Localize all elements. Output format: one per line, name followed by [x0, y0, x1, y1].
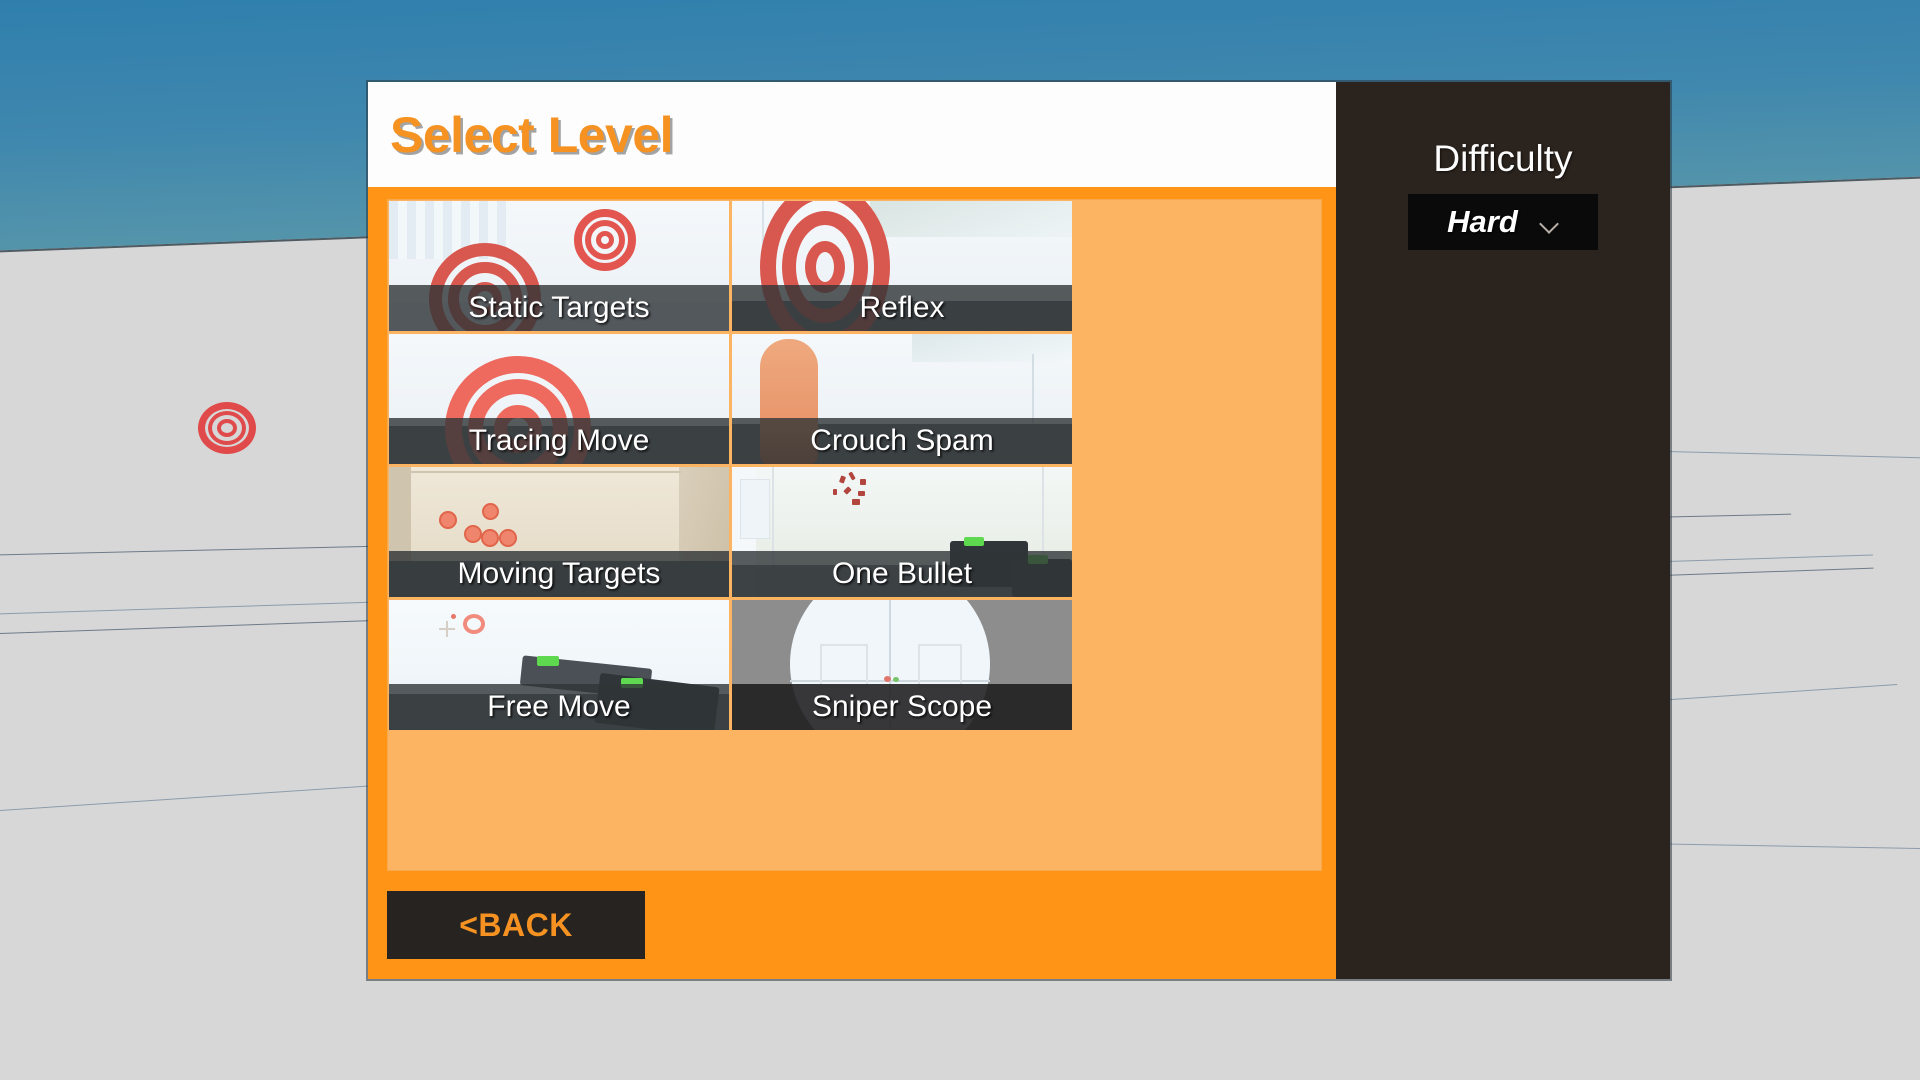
level-tile-label: Crouch Spam [732, 418, 1072, 464]
level-tile-label: One Bullet [732, 551, 1072, 597]
options-panel: Difficulty Hard [1336, 82, 1670, 979]
level-tile-label: Reflex [732, 285, 1072, 331]
back-button[interactable]: <BACK [387, 891, 645, 959]
difficulty-label: Difficulty [1433, 138, 1573, 179]
level-tile-label: Tracing Move [389, 418, 729, 464]
level-tile-reflex[interactable]: Reflex [732, 201, 1072, 331]
level-tile-label: Moving Targets [389, 551, 729, 597]
level-tile-label: Static Targets [389, 285, 729, 331]
level-tile-tracing-move[interactable]: Tracing Move [389, 334, 729, 464]
level-tile-free-move[interactable]: Free Move [389, 600, 729, 730]
window-header: Select Level [368, 82, 1336, 187]
page-title: Select Level [390, 106, 674, 163]
select-level-window: Select Level Static Targets Reflex Traci… [368, 82, 1670, 979]
level-tile-static-targets[interactable]: Static Targets [389, 201, 729, 331]
level-tile-moving-targets[interactable]: Moving Targets [389, 467, 729, 597]
chevron-down-icon [1540, 217, 1559, 228]
difficulty-selected-value: Hard [1447, 204, 1518, 239]
level-tile-label: Sniper Scope [732, 684, 1072, 730]
level-grid: Static Targets Reflex Tracing Move Crouc… [388, 200, 1321, 733]
level-scroll-area[interactable]: Static Targets Reflex Tracing Move Crouc… [387, 199, 1322, 871]
world-bullseye-target-icon [196, 400, 258, 456]
level-tile-one-bullet[interactable]: One Bullet [732, 467, 1072, 597]
difficulty-dropdown[interactable]: Hard [1408, 194, 1598, 250]
level-selection-panel: Select Level Static Targets Reflex Traci… [368, 82, 1336, 979]
level-tile-label: Free Move [389, 684, 729, 730]
level-tile-crouch-spam[interactable]: Crouch Spam [732, 334, 1072, 464]
window-footer: <BACK [368, 871, 1336, 979]
level-tile-sniper-scope[interactable]: Sniper Scope [732, 600, 1072, 730]
